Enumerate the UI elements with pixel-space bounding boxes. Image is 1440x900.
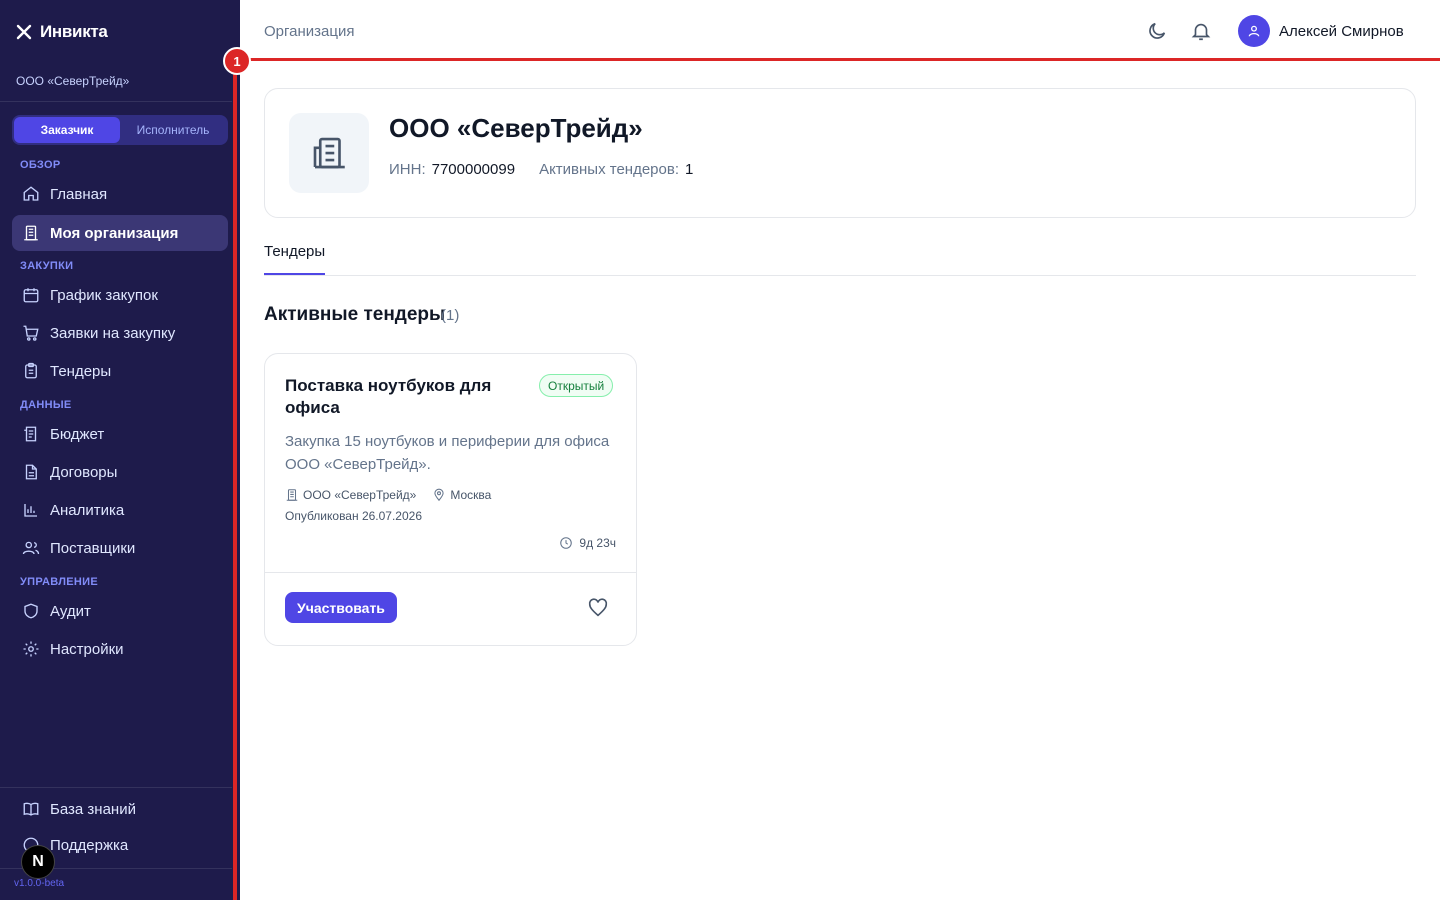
- sidebar-item-knowledge[interactable]: База знаний: [12, 791, 228, 827]
- calendar-icon: [23, 288, 39, 303]
- active-tenders-label: Активных тендеров:: [539, 161, 679, 178]
- highlight-border-left: [233, 60, 237, 900]
- map-pin-icon: [434, 488, 444, 502]
- sidebar-item-schedule[interactable]: График закупок: [12, 277, 228, 313]
- shield-icon: [24, 603, 38, 619]
- user-name[interactable]: Алексей Смирнов: [1279, 23, 1404, 40]
- tender-time-left: 9д 23ч: [559, 536, 616, 550]
- sidebar-item-label: Настройки: [50, 640, 124, 658]
- cart-icon: [23, 325, 39, 341]
- tender-published-date: Опубликован 26.07.2026: [285, 509, 422, 523]
- bell-icon[interactable]: [1190, 20, 1212, 42]
- sidebar-item-tenders[interactable]: Тендеры: [12, 353, 228, 389]
- sidebar-item-label: Моя организация: [50, 224, 179, 242]
- bar-chart-icon: [24, 504, 37, 517]
- document-icon: [25, 464, 37, 480]
- building-icon: [24, 225, 38, 241]
- clock-icon: [560, 537, 573, 549]
- sidebar-item-label: Тендеры: [50, 362, 112, 380]
- version-label: v1.0.0-beta: [14, 878, 65, 889]
- sidebar-item-label: Аудит: [50, 602, 91, 620]
- heart-icon[interactable]: [587, 597, 609, 619]
- section-label-management: УПРАВЛЕНИЕ: [20, 576, 98, 588]
- ledger-icon: [24, 426, 37, 442]
- divider: [0, 101, 232, 102]
- sidebar-item-analytics[interactable]: Аналитика: [12, 492, 228, 528]
- org-meta: ИНН: 7700000099 Активных тендеров: 1: [389, 161, 693, 178]
- book-icon: [23, 802, 39, 816]
- sidebar-item-label: Заявки на закупку: [50, 324, 176, 342]
- section-title: Активные тендеры: [264, 304, 446, 325]
- inn-label: ИНН:: [389, 161, 426, 178]
- status-badge: Открытый: [539, 374, 614, 397]
- moon-icon[interactable]: [1146, 20, 1168, 42]
- sidebar-item-requests[interactable]: Заявки на закупку: [12, 315, 228, 351]
- sidebar-item-label: Аналитика: [50, 501, 125, 519]
- sidebar-item-audit[interactable]: Аудит: [12, 593, 228, 629]
- dev-tools-badge[interactable]: N: [21, 845, 55, 879]
- tender-title[interactable]: Поставка ноутбуков для офиса: [285, 375, 515, 419]
- org-card: ООО «СеверТрейд» ИНН: 7700000099 Активных…: [264, 88, 1416, 218]
- card-divider: [265, 572, 636, 573]
- brand[interactable]: Инвикта: [16, 20, 108, 44]
- active-tenders-value: 1: [685, 161, 694, 178]
- gear-icon: [23, 641, 39, 657]
- sidebar-item-label: Поставщики: [50, 539, 136, 557]
- sidebar-item-label: График закупок: [50, 286, 158, 304]
- sidebar-item-label: Договоры: [50, 463, 118, 481]
- page-title: ООО «СеверТрейд»: [389, 113, 643, 143]
- user-icon: [1248, 25, 1260, 37]
- inn-field: ИНН: 7700000099: [389, 161, 515, 178]
- sidebar-item-label: Поддержка: [50, 836, 129, 854]
- section-label-data: ДАННЫЕ: [20, 399, 72, 411]
- breadcrumb[interactable]: Организация: [264, 23, 354, 40]
- tab-tenders[interactable]: Тендеры: [264, 243, 325, 260]
- tender-card[interactable]: Поставка ноутбуков для офиса Открытый За…: [264, 353, 637, 646]
- role-customer-button[interactable]: Заказчик: [14, 117, 120, 143]
- avatar[interactable]: [1238, 15, 1270, 47]
- inn-value: 7700000099: [431, 161, 516, 178]
- top-header: Организация Алексей Смирнов: [240, 0, 1440, 62]
- sidebar-item-label: Главная: [50, 185, 108, 203]
- sidebar-org-name: ООО «СеверТрейд»: [16, 74, 130, 88]
- divider: [0, 787, 232, 788]
- brand-name: Инвикта: [40, 22, 108, 41]
- role-switch: Заказчик Исполнитель: [12, 115, 228, 145]
- tender-location: Москва: [450, 488, 492, 502]
- role-contractor-button[interactable]: Исполнитель: [120, 117, 226, 143]
- home-icon: [23, 186, 39, 201]
- time-left-value: 9д 23ч: [579, 536, 616, 550]
- sidebar-item-suppliers[interactable]: Поставщики: [12, 530, 228, 566]
- active-tenders-field: Активных тендеров: 1: [539, 161, 693, 178]
- sidebar-item-my-org[interactable]: Моя организация: [12, 215, 228, 251]
- tender-meta: ООО «СеверТрейд» Москва: [285, 488, 491, 502]
- highlight-border-top: [236, 58, 1440, 61]
- sidebar-item-label: Бюджет: [50, 425, 105, 443]
- sidebar-item-contracts[interactable]: Договоры: [12, 454, 228, 490]
- section-label-purchases: ЗАКУПКИ: [20, 260, 74, 272]
- close-x-logo-icon: [16, 24, 32, 40]
- tender-description: Закупка 15 ноутбуков и периферии для офи…: [285, 433, 610, 473]
- section-count: (1): [441, 307, 460, 324]
- annotation-marker: 1: [223, 47, 251, 75]
- sidebar-item-budget[interactable]: Бюджет: [12, 416, 228, 452]
- users-icon: [22, 541, 40, 555]
- building-icon: [313, 137, 345, 169]
- section-label-overview: ОБЗОР: [20, 159, 61, 171]
- tender-organization: ООО «СеверТрейд»: [303, 488, 417, 502]
- sidebar: Инвикта ООО «СеверТрейд» Заказчик Исполн…: [0, 0, 240, 900]
- clipboard-icon: [25, 362, 37, 379]
- sidebar-item-label: База знаний: [50, 800, 136, 818]
- sidebar-item-home[interactable]: Главная: [12, 176, 228, 212]
- org-logo: [289, 113, 369, 193]
- building-icon: [286, 489, 298, 501]
- sidebar-item-settings[interactable]: Настройки: [12, 631, 228, 667]
- tab-divider: [264, 275, 1416, 276]
- participate-button[interactable]: Участвовать: [285, 592, 397, 623]
